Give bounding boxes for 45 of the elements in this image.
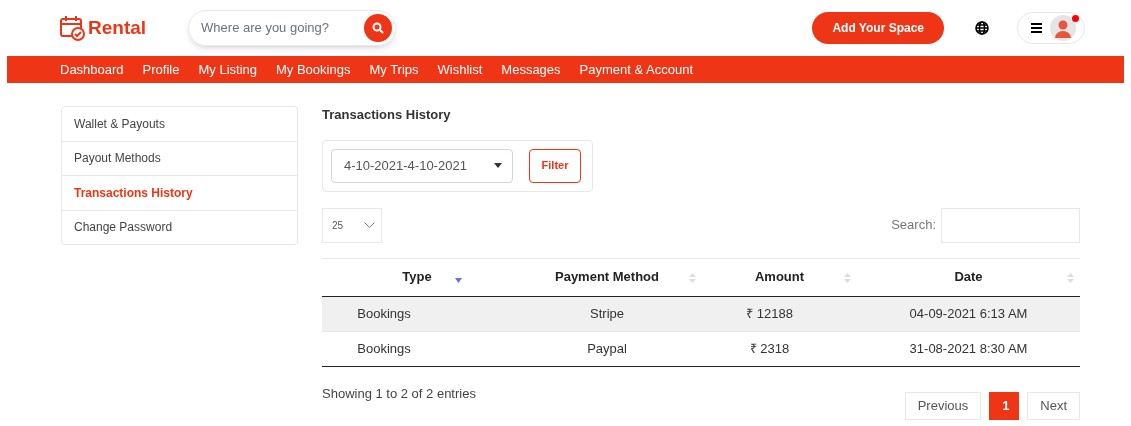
nav-link[interactable]: My Bookings: [276, 59, 351, 80]
nav-link[interactable]: My Trips: [369, 59, 419, 80]
nav-link[interactable]: Payment & Account: [579, 59, 694, 80]
globe-icon[interactable]: [975, 21, 989, 35]
page-size-select[interactable]: 25: [322, 207, 382, 243]
pagination-button[interactable]: Next: [1027, 391, 1080, 420]
table-cell: Paypal: [587, 340, 627, 356]
add-space-button[interactable]: Add Your Space: [812, 12, 944, 44]
nav-link[interactable]: Messages: [501, 59, 561, 80]
table-cell: Bookings: [357, 340, 411, 356]
calendar-check-icon: [60, 15, 86, 41]
table-cell: Stripe: [590, 305, 624, 321]
table-search-field[interactable]: [941, 207, 1080, 243]
column-header[interactable]: Payment Method: [512, 258, 702, 296]
sidebar-item[interactable]: Change Password: [62, 209, 297, 244]
nav-link[interactable]: Dashboard: [60, 59, 124, 80]
table-cell: 31-08-2021 8:30 AM: [909, 340, 1028, 356]
search-label: Search:: [891, 216, 936, 235]
table-cell: Bookings: [357, 305, 411, 321]
nav-link[interactable]: Profile: [142, 59, 180, 80]
sidebar-item[interactable]: Wallet & Payouts: [62, 107, 297, 141]
search-button[interactable]: [364, 14, 393, 42]
date-range-select[interactable]: 4-10-2021-4-10-2021: [331, 148, 513, 183]
pagination-button[interactable]: Previous: [904, 391, 982, 420]
chevron-down-icon: [364, 222, 375, 228]
entries-info: Showing 1 to 2 of 2 entries: [322, 384, 476, 403]
search-field[interactable]: Where are you going?: [201, 18, 365, 38]
section-title: Transactions History: [322, 106, 452, 124]
filter-button[interactable]: Filter: [529, 148, 581, 183]
sidebar-item[interactable]: Payout Methods: [62, 140, 297, 175]
table-cell: ₹ 2318: [749, 340, 790, 356]
pagination-button[interactable]: 1: [989, 391, 1020, 420]
column-header[interactable]: Type: [322, 258, 512, 296]
table-cell: ₹ 12188: [746, 305, 793, 321]
search-icon: [372, 22, 385, 34]
nav-link[interactable]: My Listing: [198, 59, 257, 80]
menu-icon: [1031, 23, 1042, 33]
table-cell: 04-09-2021 6:13 AM: [909, 305, 1028, 321]
caret-icon: [494, 163, 502, 168]
sidebar-item[interactable]: Transactions History: [62, 175, 297, 210]
avatar-icon: [1050, 15, 1076, 41]
nav-link[interactable]: Wishlist: [437, 59, 483, 80]
column-header[interactable]: Date: [857, 258, 1080, 296]
logo-text[interactable]: Rental: [88, 13, 147, 43]
column-header[interactable]: Amount: [702, 258, 857, 296]
